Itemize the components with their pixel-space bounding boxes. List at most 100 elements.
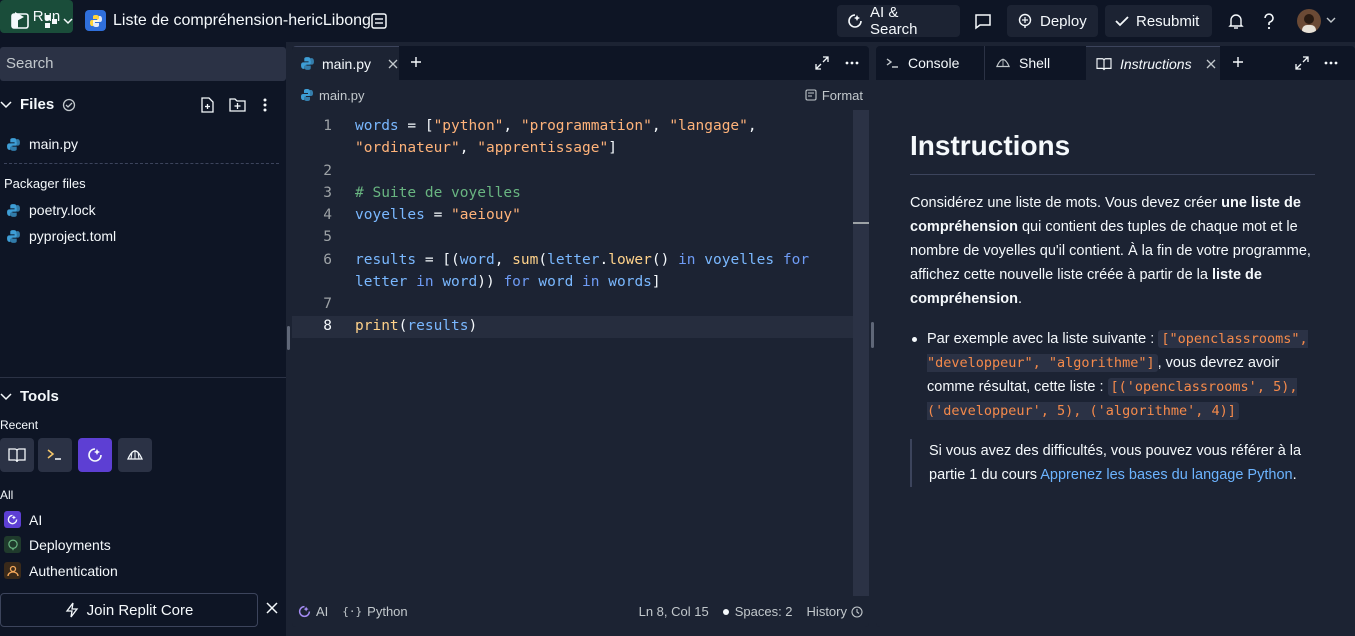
code-line-3: # Suite de voyelles — [355, 185, 521, 201]
line-number: 5 — [323, 229, 332, 245]
file-item-main-py[interactable]: main.py — [6, 136, 78, 152]
line-number: 1 — [323, 118, 332, 134]
chat-icon[interactable] — [973, 11, 993, 31]
file-name: poetry.lock — [29, 202, 96, 218]
python-file-icon — [7, 137, 20, 151]
maximize-icon[interactable] — [814, 55, 830, 71]
format-label: Format — [821, 87, 863, 103]
language-label: Python — [367, 604, 408, 619]
recent-tool-console[interactable] — [38, 438, 72, 472]
file-name: main.py — [29, 136, 79, 152]
recent-tool-ai[interactable] — [78, 438, 112, 472]
cursor-position[interactable]: Ln 8, Col 15 — [639, 604, 709, 619]
tool-item-deployments[interactable]: Deployments — [4, 536, 111, 553]
join-label: Join Replit Core — [86, 601, 194, 619]
recent-tool-shell[interactable] — [118, 438, 152, 472]
help-icon[interactable] — [1259, 11, 1279, 31]
list-item: Par exemple avec la liste suivante : ["o… — [910, 327, 1315, 423]
add-tab-icon[interactable] — [1232, 56, 1244, 68]
python-file-icon — [301, 89, 313, 101]
ai-status-button[interactable]: AI — [298, 604, 328, 619]
tab-main-py[interactable]: main.py — [292, 46, 399, 80]
ai-search-label: AI & Search — [870, 4, 918, 38]
tab-label: Console — [908, 55, 960, 71]
page-title: Instructions — [910, 130, 1315, 175]
project-info-icon[interactable] — [369, 11, 389, 31]
text: . — [1017, 291, 1022, 307]
maximize-icon[interactable] — [1294, 55, 1310, 71]
line-number: 7 — [323, 296, 332, 312]
breadcrumb: main.py Format — [292, 80, 869, 110]
book-icon — [1096, 57, 1112, 70]
history-label: History — [806, 604, 847, 619]
join-replit-core-button[interactable]: Join Replit Core — [0, 593, 258, 627]
files-header[interactable]: Files — [0, 96, 76, 113]
tool-name: Authentication — [29, 562, 118, 579]
tool-item-ai[interactable]: AI — [4, 511, 42, 528]
recent-label: Recent — [0, 418, 39, 432]
resize-handle[interactable] — [871, 322, 874, 348]
ai-icon — [4, 511, 21, 528]
close-icon[interactable] — [388, 59, 398, 69]
more-options-icon[interactable] — [1324, 61, 1338, 65]
tools-header[interactable]: Tools — [0, 388, 59, 405]
text: Considérez une liste de mots. Vous devez… — [910, 195, 1222, 211]
file-item-poetry-lock[interactable]: poetry.lock — [6, 202, 96, 218]
line-number: 3 — [323, 185, 332, 201]
right-tab-bar: Console Shell Instructions — [876, 46, 1355, 80]
bullet-icon — [912, 337, 917, 342]
scrollbar[interactable] — [853, 110, 869, 596]
code-line-4: voyelles = "aeiouy" — [355, 207, 521, 223]
more-options-icon[interactable] — [262, 97, 268, 113]
instructions-content: Instructions Considérez une liste de mot… — [910, 130, 1315, 487]
ai-search-button[interactable]: AI & Search — [837, 4, 960, 38]
ai-label: AI — [316, 604, 329, 619]
chevron-down-icon[interactable] — [1326, 16, 1336, 24]
project-title[interactable]: Liste de compréhension-hericLibong — [113, 12, 371, 30]
shell-icon — [127, 450, 143, 460]
course-link[interactable]: Apprenez les bases du langage Python — [1040, 467, 1292, 483]
more-options-icon[interactable] — [845, 61, 859, 65]
language-button[interactable]: {·} Python — [342, 604, 407, 619]
resubmit-label: Resubmit — [1136, 12, 1200, 30]
recent-tool-instructions[interactable] — [0, 438, 34, 472]
python-file-icon — [301, 57, 314, 70]
tab-shell[interactable]: Shell — [984, 46, 1086, 80]
resize-handle[interactable] — [287, 326, 290, 350]
code-line-1: words = ["python", "programmation", "lan… — [355, 118, 757, 134]
history-icon — [851, 605, 863, 618]
spaces-setting[interactable]: Spaces: 2 — [722, 604, 793, 619]
breadcrumb-file[interactable]: main.py — [319, 88, 365, 103]
deploy-button[interactable]: Deploy — [1007, 5, 1098, 37]
text: . — [1292, 467, 1297, 483]
new-folder-icon[interactable] — [229, 97, 246, 112]
add-tab-icon[interactable] — [410, 56, 422, 68]
close-icon[interactable] — [1206, 59, 1216, 69]
example-text: Par exemple avec la liste suivante : ["o… — [927, 327, 1315, 423]
tab-label: Shell — [1019, 55, 1051, 71]
tab-instructions[interactable]: Instructions — [1086, 46, 1220, 80]
resubmit-button[interactable]: Resubmit — [1105, 5, 1212, 37]
chevron-down-icon — [0, 100, 12, 108]
divider — [0, 377, 286, 378]
ai-icon — [848, 14, 862, 28]
sidebar-toggle-icon[interactable] — [10, 11, 30, 31]
tab-console[interactable]: Console — [876, 46, 984, 80]
user-icon — [4, 562, 21, 579]
code-line-1-wrap: "ordinateur", "apprentissage"] — [355, 140, 617, 156]
tool-item-authentication[interactable]: Authentication — [4, 562, 118, 579]
python-logo-icon — [85, 10, 106, 31]
format-button[interactable]: Format — [805, 88, 863, 103]
notifications-bell-icon[interactable] — [1226, 11, 1246, 31]
code-editor-pane: main.py main.py Format 1 2 3 4 5 6 7 8 w… — [292, 46, 869, 627]
close-icon[interactable] — [266, 602, 278, 614]
avatar[interactable] — [1297, 9, 1321, 33]
book-icon — [8, 448, 26, 463]
format-icon — [805, 89, 817, 101]
code-area[interactable]: 1 2 3 4 5 6 7 8 words = ["python", "prog… — [292, 112, 853, 596]
workspace-menu-icon[interactable] — [42, 11, 74, 31]
file-item-pyproject-toml[interactable]: pyproject.toml — [6, 228, 116, 244]
search-input[interactable]: Search — [0, 47, 286, 81]
history-button[interactable]: History — [807, 604, 863, 619]
new-file-icon[interactable] — [200, 97, 215, 113]
